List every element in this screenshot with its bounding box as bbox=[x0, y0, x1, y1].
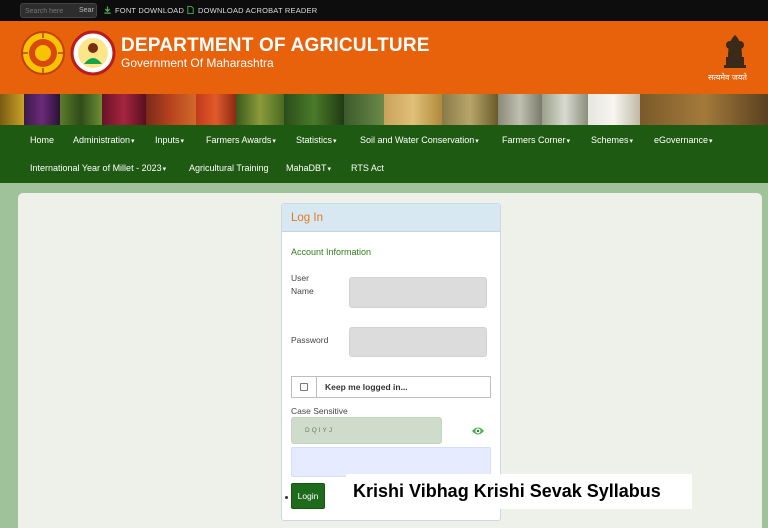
list-bullet bbox=[285, 496, 288, 499]
captcha-text: DQIYJ bbox=[305, 427, 335, 434]
nav-item-statistics[interactable]: Statistics▾ bbox=[296, 134, 337, 148]
password-field-box bbox=[349, 327, 487, 357]
site-header: DEPARTMENT OF AGRICULTURE Government Of … bbox=[0, 21, 768, 94]
account-information-heading: Account Information bbox=[291, 247, 372, 257]
nav-item-mahadbt[interactable]: MahaDBT▾ bbox=[286, 162, 331, 176]
login-title: Log In bbox=[291, 212, 323, 224]
nav-item-farmers-awards[interactable]: Farmers Awards▾ bbox=[206, 134, 276, 148]
remember-me-checkbox-cell bbox=[292, 377, 317, 397]
captcha-input-box bbox=[291, 447, 491, 477]
farmer-emblem-logo[interactable] bbox=[70, 30, 116, 76]
captcha-refresh-icon[interactable] bbox=[470, 424, 486, 438]
password-label: Password bbox=[291, 335, 329, 345]
acrobat-download-link[interactable]: DOWNLOAD ACROBAT READER bbox=[186, 5, 317, 17]
remember-me-row[interactable]: Keep me logged in... bbox=[291, 376, 491, 398]
password-input[interactable] bbox=[350, 328, 486, 356]
font-download-link[interactable]: FONT DOWNLOAD bbox=[103, 5, 184, 17]
search-button[interactable]: Sear bbox=[79, 5, 97, 17]
pdf-file-icon bbox=[187, 5, 194, 15]
nav-item-administration[interactable]: Administration▾ bbox=[73, 134, 135, 148]
emblem-motto: सत्यमेव जयते bbox=[708, 73, 747, 82]
top-utility-bar: Sear FONT DOWNLOAD DOWNLOAD ACROBAT READ… bbox=[0, 0, 768, 21]
nav-item-millet-2023[interactable]: International Year of Millet - 2023▾ bbox=[30, 162, 166, 176]
remember-me-label: Keep me logged in... bbox=[325, 382, 408, 392]
captcha-image: DQIYJ bbox=[291, 417, 442, 444]
overlay-caption: Krishi Vibhag Krishi Sevak Syllabus bbox=[346, 474, 692, 509]
username-label: User Name bbox=[291, 273, 314, 296]
nav-item-egovernance[interactable]: eGovernance▾ bbox=[654, 134, 713, 148]
department-seal-logo[interactable] bbox=[20, 30, 66, 76]
department-subtitle: Government Of Maharashtra bbox=[121, 56, 274, 70]
login-card-header: Log In bbox=[282, 204, 500, 232]
case-sensitive-label: Case Sensitive bbox=[291, 406, 348, 416]
nav-item-home[interactable]: Home bbox=[30, 134, 55, 148]
department-title: DEPARTMENT OF AGRICULTURE bbox=[121, 35, 430, 56]
download-icon bbox=[104, 6, 111, 14]
nav-item-rts-act[interactable]: RTS Act bbox=[351, 162, 385, 176]
ashoka-emblem-icon bbox=[724, 35, 746, 68]
produce-banner-image bbox=[0, 94, 768, 125]
nav-item-soil-water-conservation[interactable]: Soil and Water Conservation▾ bbox=[360, 134, 479, 148]
search-input[interactable] bbox=[25, 5, 77, 17]
nav-item-farmers-corner[interactable]: Farmers Corner▾ bbox=[502, 134, 570, 148]
captcha-input[interactable] bbox=[292, 448, 490, 476]
font-download-label: FONT DOWNLOAD bbox=[115, 6, 185, 15]
nav-item-agricultural-training[interactable]: Agricultural Training bbox=[189, 162, 270, 176]
login-button[interactable]: Login bbox=[291, 483, 325, 509]
search-box: Sear bbox=[20, 3, 97, 18]
nav-item-inputs[interactable]: Inputs▾ bbox=[155, 134, 184, 148]
username-field-box bbox=[349, 277, 487, 308]
nav-item-schemes[interactable]: Schemes▾ bbox=[591, 134, 633, 148]
acrobat-download-label: DOWNLOAD ACROBAT READER bbox=[198, 6, 318, 15]
remember-me-checkbox[interactable] bbox=[300, 383, 308, 391]
username-input[interactable] bbox=[350, 278, 486, 307]
main-navigation: Home Administration▾ Inputs▾ Farmers Awa… bbox=[0, 125, 768, 183]
